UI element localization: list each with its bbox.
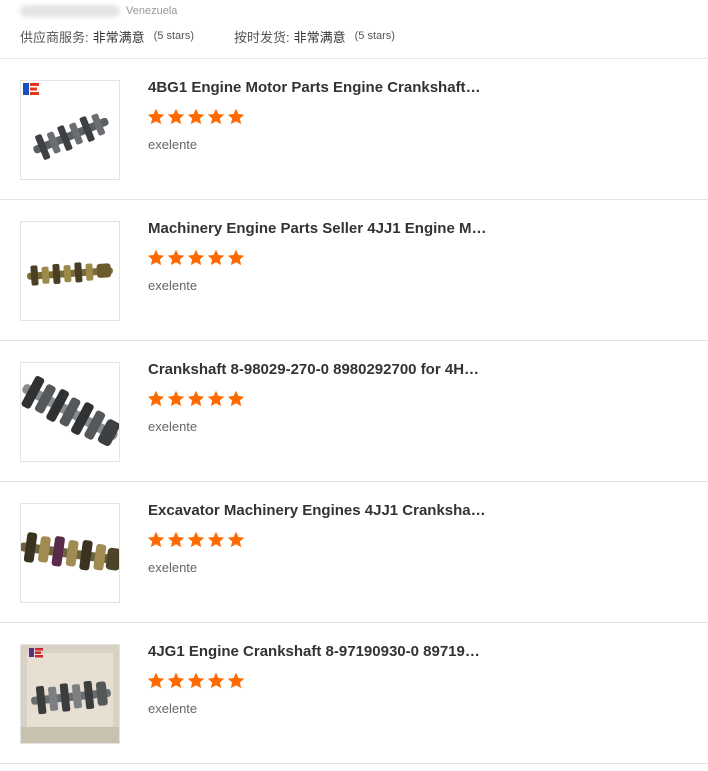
buyer-info: Venezuela <box>20 3 177 19</box>
star-icon <box>207 672 225 690</box>
star-icon <box>227 672 245 690</box>
rating-stars-text: (5 stars) <box>153 30 194 42</box>
star-icon <box>147 672 165 690</box>
review-comment: exelente <box>148 278 198 293</box>
review-item: 4JG1 Engine Crankshaft 8-97190930-0 8971… <box>0 623 708 764</box>
star-icon <box>147 108 165 126</box>
buyer-country: Venezuela <box>126 5 178 17</box>
product-thumbnail[interactable] <box>20 362 120 462</box>
product-thumbnail[interactable] <box>20 503 120 603</box>
star-icon <box>147 531 165 549</box>
star-icon <box>227 390 245 408</box>
crankshaft-image <box>21 375 119 447</box>
buyer-name-blurred <box>20 5 120 17</box>
product-title-link[interactable]: Crankshaft 8-98029-270-0 8980292700 for … <box>148 361 488 379</box>
on-time-shipping-rating: 按时发货: 非常满意 (5 stars) <box>234 27 395 46</box>
review-item: 4BG1 Engine Motor Parts Engine Crankshaf… <box>0 59 708 200</box>
star-icon <box>167 672 185 690</box>
star-icon <box>207 390 225 408</box>
product-title-link[interactable]: Machinery Engine Parts Seller 4JJ1 Engin… <box>148 220 488 238</box>
star-icon <box>147 390 165 408</box>
crankshaft-image <box>21 532 119 571</box>
product-thumbnail[interactable] <box>20 644 120 744</box>
star-icon <box>167 249 185 267</box>
star-icon <box>167 531 185 549</box>
star-icon <box>187 249 205 267</box>
star-icon <box>187 390 205 408</box>
star-icon <box>187 672 205 690</box>
review-item: Crankshaft 8-98029-270-0 8980292700 for … <box>0 341 708 482</box>
rating-label: 供应商服务: <box>20 29 89 45</box>
crankshaft-image <box>23 83 109 160</box>
review-list: 4BG1 Engine Motor Parts Engine Crankshaf… <box>0 59 708 764</box>
review-rating-stars <box>147 672 247 690</box>
star-icon <box>187 108 205 126</box>
product-thumbnail[interactable] <box>20 221 120 321</box>
star-icon <box>167 108 185 126</box>
review-rating-stars <box>147 108 247 126</box>
product-thumbnail[interactable] <box>20 80 120 180</box>
review-rating-stars <box>147 249 247 267</box>
review-comment: exelente <box>148 560 198 575</box>
crankshaft-image <box>21 645 119 743</box>
rating-value: 非常满意 <box>293 29 346 45</box>
supplier-header: Venezuela 供应商服务: 非常满意 (5 stars) 按时发货: 非常… <box>0 0 708 59</box>
review-item: Excavator Machinery Engines 4JJ1 Cranksh… <box>0 482 708 623</box>
rating-label: 按时发货: <box>233 29 290 45</box>
star-icon <box>207 249 225 267</box>
review-comment: exelente <box>148 419 198 434</box>
crankshaft-image <box>27 262 113 286</box>
star-icon <box>187 531 205 549</box>
rating-stars-text: (5 stars) <box>354 30 395 42</box>
supplier-service-rating: 供应商服务: 非常满意 (5 stars) <box>20 27 194 46</box>
review-rating-stars <box>147 390 247 408</box>
review-rating-stars <box>147 531 247 549</box>
star-icon <box>227 249 245 267</box>
product-title-link[interactable]: Excavator Machinery Engines 4JJ1 Cranksh… <box>148 502 488 520</box>
product-title-link[interactable]: 4BG1 Engine Motor Parts Engine Crankshaf… <box>148 79 488 97</box>
review-item: Machinery Engine Parts Seller 4JJ1 Engin… <box>0 200 708 341</box>
review-comment: exelente <box>148 701 198 716</box>
star-icon <box>207 108 225 126</box>
star-icon <box>227 108 245 126</box>
star-icon <box>167 390 185 408</box>
product-title-link[interactable]: 4JG1 Engine Crankshaft 8-97190930-0 8971… <box>148 643 488 661</box>
review-comment: exelente <box>148 137 198 152</box>
star-icon <box>207 531 225 549</box>
star-icon <box>227 531 245 549</box>
rating-value: 非常满意 <box>92 29 145 45</box>
star-icon <box>147 249 165 267</box>
supplier-ratings: 供应商服务: 非常满意 (5 stars) 按时发货: 非常满意 (5 star… <box>20 27 395 45</box>
